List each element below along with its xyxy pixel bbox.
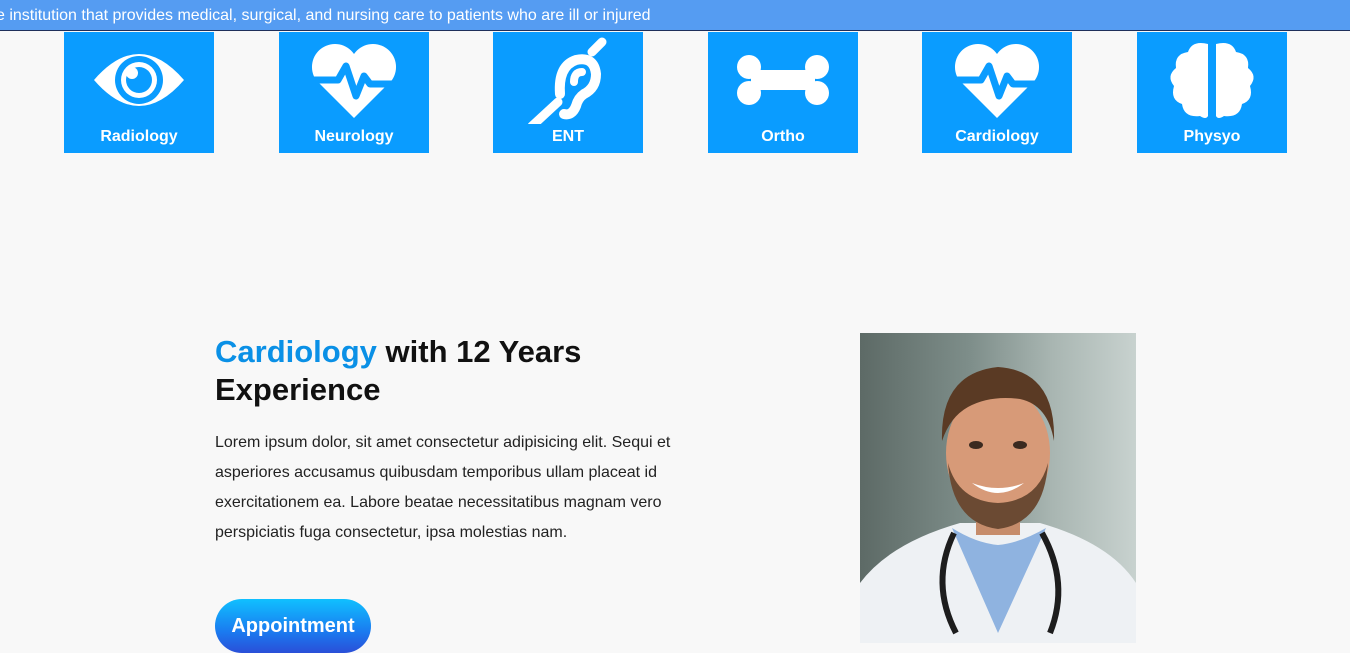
- marquee-text: e institution that provides medical, sur…: [0, 7, 651, 24]
- ear-icon: [527, 37, 607, 124]
- feature-description: Lorem ipsum dolor, sit amet consectetur …: [215, 434, 671, 541]
- dept-label: Physyo: [1183, 128, 1241, 145]
- heart-pulse-icon: [308, 43, 400, 118]
- marquee-banner: e institution that provides medical, sur…: [0, 0, 1350, 31]
- brain-icon: [1170, 43, 1254, 118]
- dept-tile-physyo[interactable]: Physyo: [1137, 32, 1287, 153]
- feature-title: Cardiology with 12 Years Experience: [215, 333, 635, 409]
- dept-label: ENT: [552, 128, 584, 145]
- feature-title-accent: Cardiology: [215, 334, 377, 369]
- dept-label: Ortho: [761, 128, 805, 145]
- dept-label: Radiology: [100, 128, 178, 145]
- dept-label: Cardiology: [955, 128, 1039, 145]
- bone-icon: [737, 55, 829, 105]
- dept-tile-radiology[interactable]: Radiology: [64, 32, 214, 153]
- dept-tile-neurology[interactable]: Neurology: [279, 32, 429, 153]
- dept-tile-cardiology[interactable]: Cardiology: [922, 32, 1072, 153]
- heart-pulse-icon: [951, 43, 1043, 118]
- appointment-button[interactable]: Appointment: [215, 599, 371, 653]
- dept-label: Neurology: [314, 128, 394, 145]
- dept-tile-ortho[interactable]: Ortho: [708, 32, 858, 153]
- doctor-photo: [860, 333, 1136, 643]
- eye-icon: [94, 54, 184, 106]
- doctor-illustration: [860, 367, 1136, 643]
- dept-tile-ent[interactable]: ENT: [493, 32, 643, 153]
